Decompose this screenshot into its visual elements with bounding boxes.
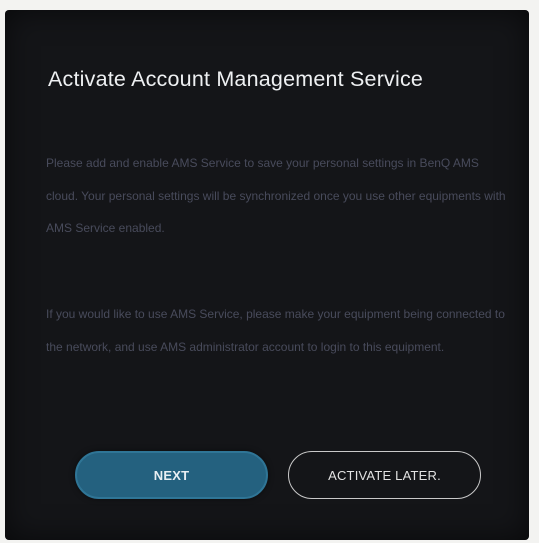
screen: Activate Account Management Service Plea…	[0, 0, 539, 543]
activation-dialog: Activate Account Management Service Plea…	[5, 10, 529, 540]
dialog-paragraph-instructions: If you would like to use AMS Service, pl…	[46, 307, 505, 354]
next-button[interactable]: NEXT	[75, 451, 268, 499]
dialog-title: Activate Account Management Service	[48, 67, 424, 91]
dialog-paragraph-info: Please add and enable AMS Service to sav…	[46, 156, 506, 235]
activate-later-button[interactable]: ACTIVATE LATER.	[288, 451, 481, 499]
